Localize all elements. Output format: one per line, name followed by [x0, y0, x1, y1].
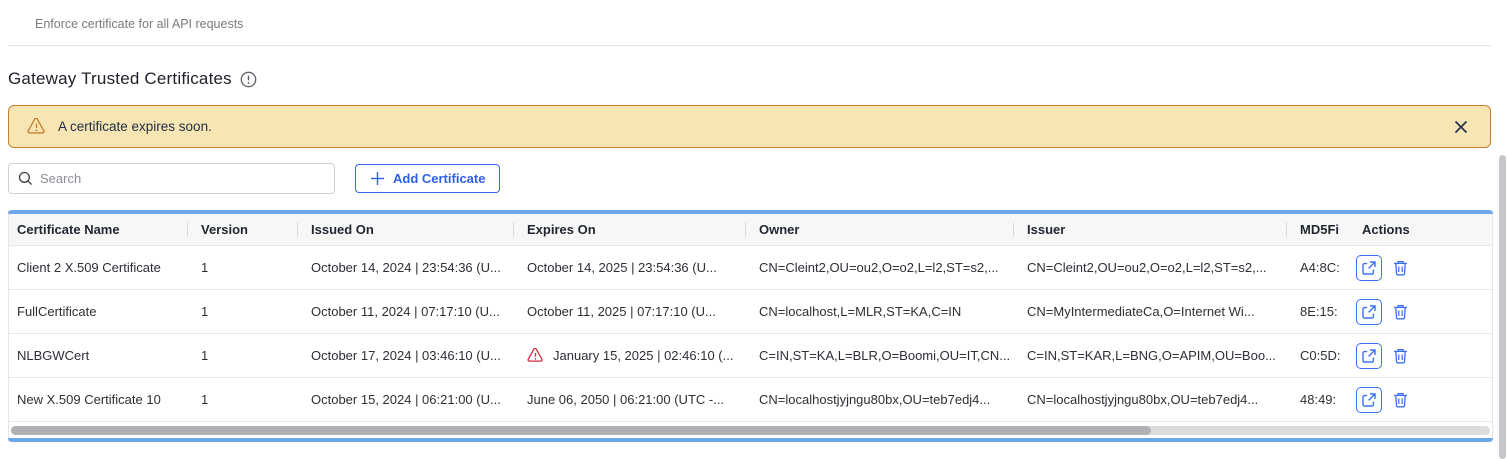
- plus-icon: [370, 171, 385, 186]
- delete-certificate-button[interactable]: [1393, 304, 1408, 320]
- cell-issuer: CN=Cleint2,OU=ou2,O=o2,L=l2,ST=s2,...: [1013, 260, 1286, 275]
- column-header-owner: Owner: [745, 222, 1013, 237]
- banner-message: A certificate expires soon.: [58, 119, 212, 134]
- page-title: Gateway Trusted Certificates: [8, 69, 232, 89]
- cell-actions: [1348, 343, 1494, 369]
- cell-owner: CN=Cleint2,OU=ou2,O=o2,L=l2,ST=s2,...: [745, 260, 1013, 275]
- cell-version: 1: [187, 304, 297, 319]
- column-header-md5-fingerprint: MD5Fi: [1286, 222, 1348, 237]
- cell-version: 1: [187, 260, 297, 275]
- external-link-icon: [1362, 261, 1376, 275]
- cell-owner: C=IN,ST=KA,L=BLR,O=Boomi,OU=IT,CN...: [745, 348, 1013, 363]
- cell-actions: [1348, 299, 1494, 325]
- open-certificate-button[interactable]: [1356, 343, 1382, 369]
- column-header-expires-on: Expires On: [513, 222, 745, 237]
- cell-actions: [1348, 255, 1494, 281]
- open-certificate-button[interactable]: [1356, 299, 1382, 325]
- close-icon[interactable]: [1450, 116, 1472, 138]
- expiry-warning-icon: [527, 348, 544, 363]
- external-link-icon: [1362, 349, 1376, 363]
- cell-issued-on: October 17, 2024 | 03:46:10 (U...: [297, 348, 513, 363]
- table-row: FullCertificate 1 October 11, 2024 | 07:…: [9, 290, 1492, 334]
- delete-certificate-button[interactable]: [1393, 260, 1408, 276]
- cell-certificate-name: New X.509 Certificate 10: [9, 392, 187, 407]
- delete-certificate-button[interactable]: [1393, 392, 1408, 408]
- trash-icon: [1393, 348, 1408, 364]
- trash-icon: [1393, 392, 1408, 408]
- cell-expires-on: January 15, 2025 | 02:46:10 (...: [513, 348, 745, 363]
- cell-expires-on: October 11, 2025 | 07:17:10 (U...: [513, 304, 745, 319]
- certificates-table: Certificate Name Version Issued On Expir…: [8, 210, 1493, 442]
- table-row: NLBGWCert 1 October 17, 2024 | 03:46:10 …: [9, 334, 1492, 378]
- cell-md5-fingerprint: C0:5D:: [1286, 348, 1348, 363]
- search-icon: [18, 171, 33, 186]
- section-divider: [8, 45, 1491, 46]
- column-header-issuer: Issuer: [1013, 222, 1286, 237]
- cell-expires-on: October 14, 2025 | 23:54:36 (U...: [513, 260, 745, 275]
- open-certificate-button[interactable]: [1356, 387, 1382, 413]
- cell-issued-on: October 14, 2024 | 23:54:36 (U...: [297, 260, 513, 275]
- trash-icon: [1393, 260, 1408, 276]
- warning-triangle-icon: [27, 118, 46, 135]
- cell-owner: CN=localhostjyjngu80bx,OU=teb7edj4...: [745, 392, 1013, 407]
- table-bottom-border: [8, 438, 1493, 442]
- vertical-scrollbar-thumb[interactable]: [1499, 155, 1506, 459]
- expires-on-text: January 15, 2025 | 02:46:10 (...: [553, 348, 733, 363]
- cell-certificate-name: FullCertificate: [9, 304, 187, 319]
- cell-md5-fingerprint: 48:49:: [1286, 392, 1348, 407]
- external-link-icon: [1362, 393, 1376, 407]
- cell-owner: CN=localhost,L=MLR,ST=KA,C=IN: [745, 304, 1013, 319]
- column-header-certificate-name: Certificate Name: [9, 222, 187, 237]
- horizontal-scrollbar: [9, 422, 1492, 438]
- info-icon[interactable]: [240, 71, 257, 88]
- external-link-icon: [1362, 305, 1376, 319]
- search-box: [8, 163, 335, 194]
- cell-version: 1: [187, 348, 297, 363]
- table-row: New X.509 Certificate 10 1 October 15, 2…: [9, 378, 1492, 422]
- open-certificate-button[interactable]: [1356, 255, 1382, 281]
- cell-actions: [1348, 387, 1494, 413]
- column-header-actions: Actions: [1348, 222, 1494, 237]
- cell-issued-on: October 11, 2024 | 07:17:10 (U...: [297, 304, 513, 319]
- table-header-row: Certificate Name Version Issued On Expir…: [9, 214, 1492, 246]
- add-certificate-label: Add Certificate: [393, 171, 485, 186]
- table-body: Client 2 X.509 Certificate 1 October 14,…: [9, 246, 1492, 422]
- cell-version: 1: [187, 392, 297, 407]
- expires-on-text: October 14, 2025 | 23:54:36 (U...: [527, 260, 717, 275]
- cell-issuer: C=IN,ST=KAR,L=BNG,O=APIM,OU=Boo...: [1013, 348, 1286, 363]
- cell-md5-fingerprint: A4:8C:: [1286, 260, 1348, 275]
- column-header-issued-on: Issued On: [297, 222, 513, 237]
- cell-md5-fingerprint: 8E:15:: [1286, 304, 1348, 319]
- cell-expires-on: June 06, 2050 | 06:21:00 (UTC -...: [513, 392, 745, 407]
- cell-certificate-name: NLBGWCert: [9, 348, 187, 363]
- search-input[interactable]: [40, 171, 325, 186]
- column-header-version: Version: [187, 222, 297, 237]
- horizontal-scrollbar-track[interactable]: [11, 426, 1490, 435]
- expires-on-text: June 06, 2050 | 06:21:00 (UTC -...: [527, 392, 724, 407]
- expires-on-text: October 11, 2025 | 07:17:10 (U...: [527, 304, 716, 319]
- cell-certificate-name: Client 2 X.509 Certificate: [9, 260, 187, 275]
- cell-issuer: CN=MyIntermediateCa,O=Internet Wi...: [1013, 304, 1286, 319]
- trash-icon: [1393, 304, 1408, 320]
- table-row: Client 2 X.509 Certificate 1 October 14,…: [9, 246, 1492, 290]
- cell-issued-on: October 15, 2024 | 06:21:00 (U...: [297, 392, 513, 407]
- enforce-certificate-label: Enforce certificate for all API requests: [35, 17, 243, 31]
- horizontal-scrollbar-thumb[interactable]: [11, 426, 1151, 435]
- add-certificate-button[interactable]: Add Certificate: [355, 164, 500, 193]
- expiry-warning-banner: A certificate expires soon.: [8, 105, 1491, 148]
- delete-certificate-button[interactable]: [1393, 348, 1408, 364]
- cell-issuer: CN=localhostjyjngu80bx,OU=teb7edj4...: [1013, 392, 1286, 407]
